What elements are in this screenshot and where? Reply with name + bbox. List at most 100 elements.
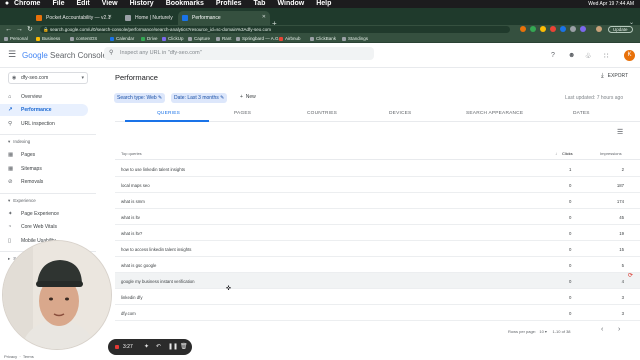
menu-view[interactable]: View <box>102 0 118 8</box>
bookmark-personal[interactable]: Personal <box>4 35 28 42</box>
gsc-logo[interactable]: Google Search Console <box>22 51 107 60</box>
extension-icon[interactable] <box>570 26 576 32</box>
table-row[interactable]: how to use linkedin talent insights 1 2 <box>115 161 640 177</box>
menu-history[interactable]: History <box>130 0 154 8</box>
privacy-link[interactable]: Privacy <box>4 354 17 359</box>
reload-icon[interactable]: ↻ <box>27 25 33 34</box>
back-icon[interactable]: ← <box>5 25 12 34</box>
notifications-icon[interactable]: ♧ <box>585 52 591 60</box>
bookmark-standings[interactable]: Standings <box>342 35 368 42</box>
sidebar-item-overview[interactable]: ⌂ Overview <box>0 91 88 103</box>
tab-search-appearance[interactable]: SEARCH APPEARANCE <box>466 111 523 116</box>
new-filter-button[interactable]: + New <box>240 94 256 100</box>
menu-tab[interactable]: Tab <box>254 0 266 8</box>
url-inspect-input[interactable]: ⚲ Inspect any URL in "dfy-seo.com" <box>104 47 374 60</box>
menu-profiles[interactable]: Profiles <box>216 0 242 8</box>
sidebar-item-page-experience[interactable]: ✦ Page Experience <box>0 208 88 220</box>
bookmark-airbnub[interactable]: Airbnub <box>279 35 301 42</box>
webcam-bubble[interactable] <box>2 240 112 350</box>
home-icon: ⌂ <box>8 94 12 100</box>
tab-queries[interactable]: QUERIES <box>157 111 180 116</box>
bookmark-contentos[interactable]: contentOS <box>70 35 97 42</box>
bookmark-clickbank[interactable]: ClickBank <box>310 35 336 42</box>
extension-icon[interactable] <box>540 26 546 32</box>
delete-icon[interactable]: 🗑 <box>180 343 188 350</box>
column-header-clicks[interactable]: Clicks <box>562 151 573 156</box>
apple-icon[interactable]: ● <box>0 0 14 8</box>
menu-edit[interactable]: Edit <box>77 0 90 8</box>
terms-link[interactable]: Terms <box>23 354 34 359</box>
extension-icon[interactable] <box>560 26 566 32</box>
address-bar[interactable]: 🔒 search.google.com/u/0/search-console/p… <box>40 26 510 33</box>
users-icon[interactable]: ☻ <box>568 52 575 59</box>
help-icon[interactable]: ? <box>551 52 555 59</box>
folder-icon <box>188 36 192 41</box>
table-row[interactable]: linkedin dfy 0 3 <box>115 289 640 305</box>
bookmark-clickup[interactable]: ClickUp <box>162 35 184 42</box>
extension-icon[interactable] <box>520 26 526 32</box>
bookmark-calendar[interactable]: Calendar <box>110 35 134 42</box>
section-header-experience[interactable]: ▾ Experience <box>0 198 36 204</box>
tab-countries[interactable]: COUNTRIES <box>307 111 337 116</box>
close-tab-icon[interactable]: ✕ <box>108 14 112 20</box>
menu-window[interactable]: Window <box>277 0 304 8</box>
avatar[interactable]: K <box>624 50 635 61</box>
undo-icon[interactable]: ↶ <box>156 343 161 350</box>
table-row[interactable]: local maps seo 0 187 <box>115 177 640 193</box>
menu-file[interactable]: File <box>52 0 64 8</box>
tab-dates[interactable]: DATES <box>573 111 590 116</box>
sidebar-item-core-web-vitals[interactable]: ◔ Core Web Vitals <box>0 221 88 233</box>
property-selector[interactable]: ◉ dfy-seo.com ▾ <box>8 72 88 84</box>
close-tab-icon[interactable]: ✕ <box>262 14 266 20</box>
pause-icon[interactable]: ❚❚ <box>168 343 178 350</box>
filter-rows-icon[interactable]: ☰ <box>617 128 623 136</box>
apps-grid-icon[interactable]: ∷ <box>604 52 608 60</box>
menu-icon[interactable]: ☰ <box>8 49 16 60</box>
table-row[interactable]: what is ltv 0 45 <box>115 209 640 225</box>
sidebar-item-performance[interactable]: ↗ Performance <box>0 104 88 116</box>
filter-chip-date[interactable]: Date: Last 3 months ✎ <box>171 93 228 103</box>
browser-tab-performance[interactable]: Performance ✕ <box>178 11 270 25</box>
table-row[interactable]: dfy.com 0 3 <box>115 305 640 321</box>
menu-chrome[interactable]: Chrome <box>14 0 40 8</box>
menu-bookmarks[interactable]: Bookmarks <box>166 0 204 8</box>
profile-avatar-icon[interactable] <box>596 26 602 32</box>
prev-page-icon[interactable]: ‹ <box>601 326 603 333</box>
update-button[interactable]: Update <box>608 26 633 33</box>
stop-recording-button[interactable] <box>115 345 119 349</box>
filter-chip-search-type[interactable]: Search type: Web ✎ <box>114 93 166 103</box>
sort-arrow-icon[interactable]: ↓ <box>555 151 557 156</box>
column-header-impressions[interactable]: Impressions <box>600 151 622 156</box>
tab-devices[interactable]: DEVICES <box>389 111 411 116</box>
next-page-icon[interactable]: › <box>618 326 620 333</box>
extension-icon[interactable] <box>530 26 536 32</box>
table-row[interactable]: google my business instant verification 0… <box>115 273 640 289</box>
bookmark-drive[interactable]: Drive <box>141 35 158 42</box>
menu-help[interactable]: Help <box>316 0 331 8</box>
sidebar-item-pages[interactable]: ▦ Pages <box>0 149 88 161</box>
extension-icon[interactable] <box>550 26 556 32</box>
sidebar-item-url-inspection[interactable]: ⚲ URL inspection <box>0 118 88 130</box>
table-row[interactable]: how to access linkedin talent insights 0 1… <box>115 241 640 257</box>
table-header: Top queries ↓ Clicks Impressions <box>115 147 640 160</box>
bookmark-rant[interactable]: Rant <box>216 35 232 42</box>
browser-tab-pocket[interactable]: Pocket Accountability — v2.1 ✕ <box>32 11 116 25</box>
airbnb-icon <box>279 36 283 41</box>
export-button[interactable]: ⤓ EXPORT <box>601 73 628 80</box>
sidebar-item-sitemaps[interactable]: ▦ Sitemaps <box>0 163 88 175</box>
extension-icon[interactable] <box>580 26 586 32</box>
draw-tool-icon[interactable]: ✦ <box>144 343 149 350</box>
forward-icon[interactable]: → <box>16 25 23 34</box>
table-row[interactable]: what is smm 0 174 <box>115 193 640 209</box>
tab-pages[interactable]: PAGES <box>234 111 251 116</box>
rows-per-page-select[interactable]: 10 <box>539 329 543 334</box>
bookmark-capture[interactable]: Capture <box>188 35 210 42</box>
section-header-indexing[interactable]: ▾ Indexing <box>0 139 30 145</box>
sidebar-item-removals[interactable]: ⊘ Removals <box>0 176 88 188</box>
favicon-icon <box>125 15 131 21</box>
bookmark-springbard[interactable]: Springbard — A.G. <box>236 35 280 42</box>
impressions-cell: 45 <box>619 215 624 220</box>
table-row[interactable]: what is ltv? 0 19 <box>115 225 640 241</box>
bookmark-business[interactable]: Business <box>36 35 60 42</box>
table-row[interactable]: what is gsc google 0 5 <box>115 257 640 273</box>
